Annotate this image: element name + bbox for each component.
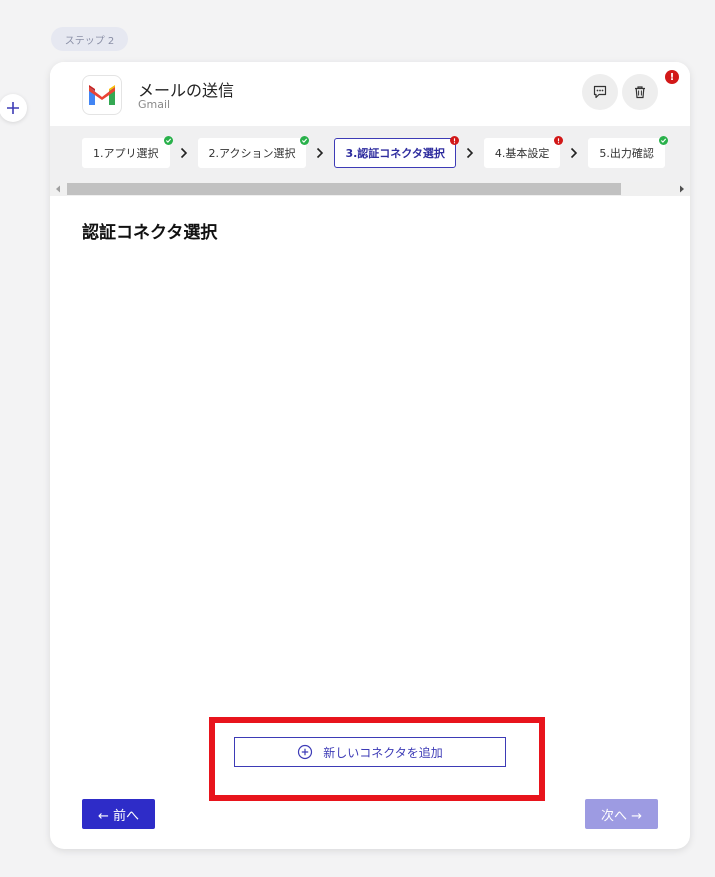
tab-label: 3.認証コネクタ選択 (345, 147, 445, 160)
card-header: メールの送信 Gmail ! (50, 62, 690, 126)
trash-icon (635, 86, 645, 99)
delete-button[interactable] (622, 74, 658, 110)
tab-output-check[interactable]: 5.出力確認 (588, 136, 668, 168)
add-step-button[interactable] (0, 94, 27, 122)
next-button[interactable]: 次へ → (585, 799, 658, 829)
check-icon (163, 136, 173, 145)
tabs-row: 1.アプリ選択 2.アクション選択 3.認証コネクタ選択 4.基本設定 5.出力… (82, 136, 668, 168)
next-label: 次へ → (600, 808, 643, 824)
tab-label: 1.アプリ選択 (93, 147, 159, 160)
comment-icon (593, 85, 607, 99)
tab-auth-connector-select[interactable]: 3.認証コネクタ選択 (334, 136, 459, 168)
tabs-horizontal-scrollbar[interactable] (50, 182, 690, 196)
tab-label: 5.出力確認 (599, 147, 654, 160)
chevron-right-icon (565, 147, 583, 159)
scrollbar-thumb[interactable] (67, 183, 621, 195)
chevron-right-icon (461, 147, 479, 159)
step-badge-label: ステップ 2 (64, 35, 115, 47)
exclamation-icon: ! (669, 71, 675, 83)
chevron-right-icon (311, 147, 329, 159)
prev-button[interactable]: ← 前へ (82, 799, 155, 829)
error-badge: ! (665, 70, 679, 84)
tab-action-select[interactable]: 2.アクション選択 (197, 136, 310, 168)
plus-circle-icon (298, 744, 313, 760)
comment-button[interactable] (582, 74, 618, 110)
tab-app-select[interactable]: 1.アプリ選択 (82, 136, 173, 168)
step-badge: ステップ 2 (51, 27, 128, 51)
chevron-right-icon (175, 147, 193, 159)
tab-label: 4.基本設定 (494, 147, 550, 160)
add-new-connector-button[interactable]: 新しいコネクタを追加 (234, 737, 506, 767)
check-icon (300, 136, 310, 145)
tab-label: 2.アクション選択 (208, 147, 296, 160)
exclamation-icon (449, 136, 459, 145)
tab-basic-settings[interactable]: 4.基本設定 (483, 136, 564, 168)
step-card: メールの送信 Gmail ! 1.アプリ選択 2.アクション選択 3.認証コネク… (50, 62, 690, 849)
plus-icon (7, 102, 19, 114)
exclamation-icon (554, 136, 564, 145)
step-tabs: 1.アプリ選択 2.アクション選択 3.認証コネクタ選択 4.基本設定 5.出力… (50, 126, 690, 182)
scroll-left-arrow-icon[interactable] (51, 182, 65, 196)
gmail-logo (82, 75, 122, 115)
check-icon (658, 136, 668, 145)
scroll-right-arrow-icon[interactable] (675, 182, 689, 196)
step-app-name: Gmail (138, 98, 171, 111)
prev-label: ← 前へ (97, 808, 140, 824)
add-connector-label: 新しいコネクタを追加 (323, 745, 443, 760)
section-title: 認証コネクタ選択 (82, 223, 218, 243)
